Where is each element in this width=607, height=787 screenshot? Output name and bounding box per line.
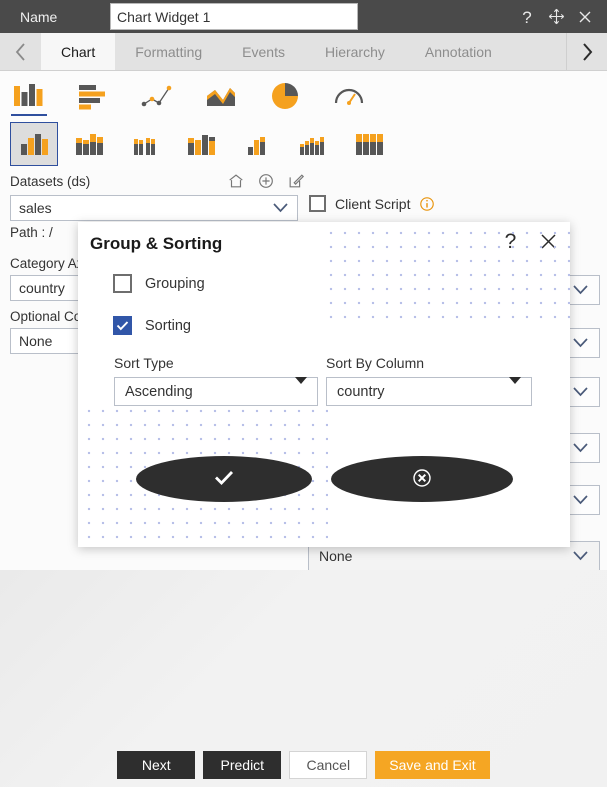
grouping-checkbox[interactable] <box>113 274 132 293</box>
datasets-value: sales <box>19 200 52 216</box>
tab-label: Events <box>242 43 285 60</box>
tab-formatting[interactable]: Formatting <box>115 33 222 70</box>
home-icon[interactable] <box>227 172 245 190</box>
optional-column-value: None <box>19 333 53 349</box>
client-script-label: Client Script <box>335 195 411 212</box>
dialog-confirm-button[interactable] <box>136 456 312 502</box>
tab-label: Hierarchy <box>324 43 385 60</box>
datasets-actions <box>227 172 305 190</box>
tab-label: Formatting <box>135 43 203 60</box>
column-chart-icon[interactable] <box>8 76 50 116</box>
widget-name-input[interactable] <box>110 3 358 30</box>
caret-down-icon <box>295 376 307 400</box>
datasets-label: Datasets (ds) <box>10 174 91 189</box>
client-script-checkbox[interactable] <box>309 195 326 212</box>
tab-hierarchy[interactable]: Hierarchy <box>305 33 405 70</box>
full-stacked-column-icon[interactable] <box>348 122 394 166</box>
sort-type-select[interactable]: Ascending <box>114 376 318 406</box>
small-column-icon[interactable] <box>236 122 282 166</box>
gauge-chart-icon[interactable] <box>328 76 370 116</box>
close-icon[interactable] <box>539 232 558 251</box>
sort-type-value: Ascending <box>125 383 193 400</box>
pie-chart-icon[interactable] <box>264 76 306 116</box>
sorting-checkbox[interactable] <box>113 316 132 335</box>
chevron-down-icon <box>572 440 589 456</box>
waterfall-column-icon[interactable] <box>292 122 338 166</box>
category-axis-value: country <box>19 280 65 296</box>
chevron-down-icon <box>572 384 589 400</box>
close-icon[interactable] <box>575 7 595 27</box>
window-controls: ? <box>517 7 607 27</box>
cancel-button[interactable]: Cancel <box>289 751 368 779</box>
sort-by-column-value: country <box>337 383 385 400</box>
area-chart-icon[interactable] <box>200 76 242 116</box>
tab-annotation[interactable]: Annotation <box>405 33 512 70</box>
tab-label: Annotation <box>424 43 492 60</box>
chevron-left-icon[interactable] <box>0 33 41 70</box>
chevron-down-icon <box>272 200 289 216</box>
chevron-down-icon <box>572 492 589 508</box>
stacked-column-icon[interactable] <box>68 122 114 166</box>
datasets-select[interactable]: sales <box>10 195 298 221</box>
chevron-down-icon <box>572 335 589 351</box>
sort-type-label: Sort Type <box>114 355 174 371</box>
move-icon[interactable] <box>546 7 566 27</box>
sort-by-column-select[interactable]: country <box>326 376 532 406</box>
chart-type-toolbar <box>0 71 607 170</box>
footer-buttons: Next Predict Cancel Save and Exit <box>0 751 607 779</box>
title-bar: Name ? <box>0 0 607 33</box>
path-label: Path : / <box>10 225 53 240</box>
tab-chart[interactable]: Chart <box>41 33 116 70</box>
optional-select-value: None <box>319 548 353 564</box>
dialog-cancel-button[interactable] <box>331 456 513 502</box>
dialog-title: Group & Sorting <box>90 234 223 253</box>
chevron-right-icon[interactable] <box>566 33 607 70</box>
clustered-column-icon[interactable] <box>10 122 58 166</box>
save-and-exit-button[interactable]: Save and Exit <box>375 751 490 779</box>
scatter-line-chart-icon[interactable] <box>136 76 178 116</box>
sort-by-column-label: Sort By Column <box>326 355 425 371</box>
svg-text:?: ? <box>505 230 517 252</box>
tab-bar: Chart Formatting Events Hierarchy Annota… <box>0 33 607 71</box>
chevron-down-icon <box>572 282 589 298</box>
edit-pencil-icon[interactable] <box>287 172 305 190</box>
plus-circle-icon[interactable] <box>257 172 275 190</box>
sorting-label: Sorting <box>145 317 191 334</box>
next-button[interactable]: Next <box>117 751 196 779</box>
sorting-row: Sorting <box>113 316 191 335</box>
tab-events[interactable]: Events <box>222 33 305 70</box>
tab-label: Chart <box>61 43 96 60</box>
predict-button[interactable]: Predict <box>203 751 282 779</box>
grouping-row: Grouping <box>113 274 205 293</box>
question-mark-icon[interactable]: ? <box>502 230 519 252</box>
stacked-column-grouped-icon[interactable] <box>124 122 170 166</box>
question-mark-icon[interactable]: ? <box>517 7 537 27</box>
caret-down-icon <box>509 376 521 400</box>
name-label: Name <box>20 8 58 25</box>
grouping-label: Grouping <box>145 275 205 292</box>
bar-chart-icon[interactable] <box>72 76 114 116</box>
dialog-actions: ? <box>502 230 558 252</box>
x-circle-icon <box>413 468 431 490</box>
info-icon[interactable] <box>419 196 435 212</box>
check-icon <box>214 469 234 489</box>
chevron-down-icon <box>572 548 589 564</box>
mixed-column-icon[interactable] <box>180 122 226 166</box>
client-script-row: Client Script <box>309 195 435 212</box>
svg-text:?: ? <box>522 8 531 26</box>
